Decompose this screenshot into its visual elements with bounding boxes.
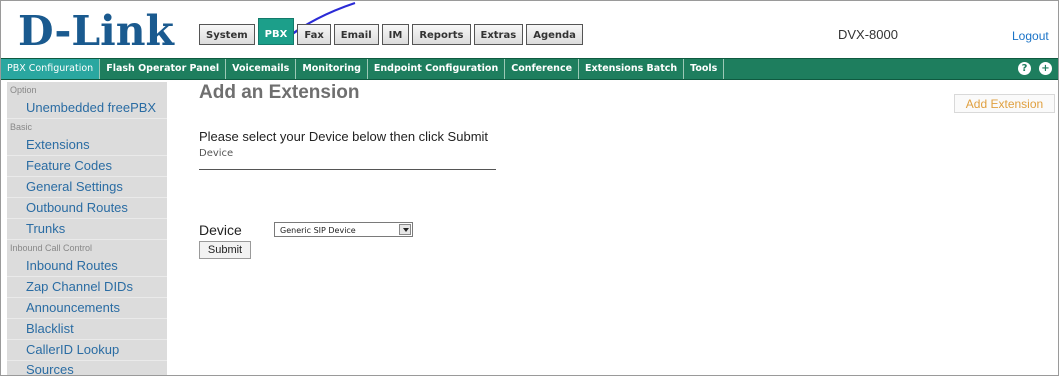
sidebar-section-basic: Basic	[10, 122, 33, 132]
logout-link[interactable]: Logout	[1012, 29, 1049, 43]
instruction-text: Please select your Device below then cli…	[199, 129, 489, 144]
tab-im[interactable]: IM	[381, 24, 410, 45]
add-icon[interactable]: +	[1039, 62, 1052, 75]
sidebar-item-unembedded-freepbx[interactable]: Unembedded freePBX	[7, 98, 167, 119]
section-divider	[199, 169, 496, 170]
tab-agenda[interactable]: Agenda	[526, 24, 583, 45]
top-tabs: System PBX Fax Email IM Reports Extras A…	[199, 18, 583, 48]
device-label: Device	[199, 222, 242, 238]
tab-extras[interactable]: Extras	[473, 24, 524, 45]
sidebar-section-inbound-call-control: Inbound Call Control	[10, 243, 93, 253]
sidebar-item-outbound-routes[interactable]: Outbound Routes	[7, 198, 167, 219]
device-name: DVX-8000	[838, 27, 898, 42]
device-subheading: Device	[199, 148, 234, 159]
tab-email[interactable]: Email	[333, 24, 379, 45]
device-select-value: Generic SIP Device	[280, 226, 356, 235]
dlink-logo: D-Link	[18, 7, 174, 55]
sidebar-item-announcements[interactable]: Announcements	[7, 298, 167, 319]
nav-flash-operator-panel[interactable]: Flash Operator Panel	[100, 59, 227, 79]
tab-fax[interactable]: Fax	[297, 24, 331, 45]
sidebar-item-extensions[interactable]: Extensions	[7, 135, 167, 156]
sidebar-item-trunks[interactable]: Trunks	[7, 219, 167, 240]
nav-tools[interactable]: Tools	[684, 59, 725, 79]
nav-icons: ? +	[1018, 62, 1052, 75]
sidebar-item-callerid-lookup-sources[interactable]: CallerID Lookup Sources	[7, 340, 167, 375]
device-select[interactable]: Generic SIP Device	[274, 222, 413, 237]
sidebar: Option Unembedded freePBX Basic Extensio…	[7, 82, 167, 375]
sidebar-item-zap-channel-dids[interactable]: Zap Channel DIDs	[7, 277, 167, 298]
sidebar-item-blacklist[interactable]: Blacklist	[7, 319, 167, 340]
help-icon[interactable]: ?	[1018, 62, 1031, 75]
tab-system[interactable]: System	[199, 24, 255, 45]
tab-pbx[interactable]: PBX	[257, 18, 295, 45]
nav-endpoint-configuration[interactable]: Endpoint Configuration	[368, 59, 506, 79]
nav-voicemails[interactable]: Voicemails	[226, 59, 297, 79]
sidebar-item-general-settings[interactable]: General Settings	[7, 177, 167, 198]
nav-extensions-batch[interactable]: Extensions Batch	[579, 59, 685, 79]
sidebar-item-inbound-routes[interactable]: Inbound Routes	[7, 256, 167, 277]
chevron-down-icon[interactable]	[399, 224, 411, 235]
pbx-nav-bar: PBX Configuration Flash Operator Panel V…	[1, 58, 1058, 80]
sidebar-section-option: Option	[10, 85, 37, 95]
sidebar-item-feature-codes[interactable]: Feature Codes	[7, 156, 167, 177]
nav-monitoring[interactable]: Monitoring	[296, 59, 368, 79]
submit-button[interactable]: Submit	[199, 241, 251, 259]
page-title: Add an Extension	[199, 82, 360, 103]
nav-pbx-configuration[interactable]: PBX Configuration	[1, 59, 101, 79]
add-extension-button[interactable]: Add Extension	[954, 94, 1055, 113]
tab-reports[interactable]: Reports	[412, 24, 471, 45]
nav-conference[interactable]: Conference	[505, 59, 580, 79]
